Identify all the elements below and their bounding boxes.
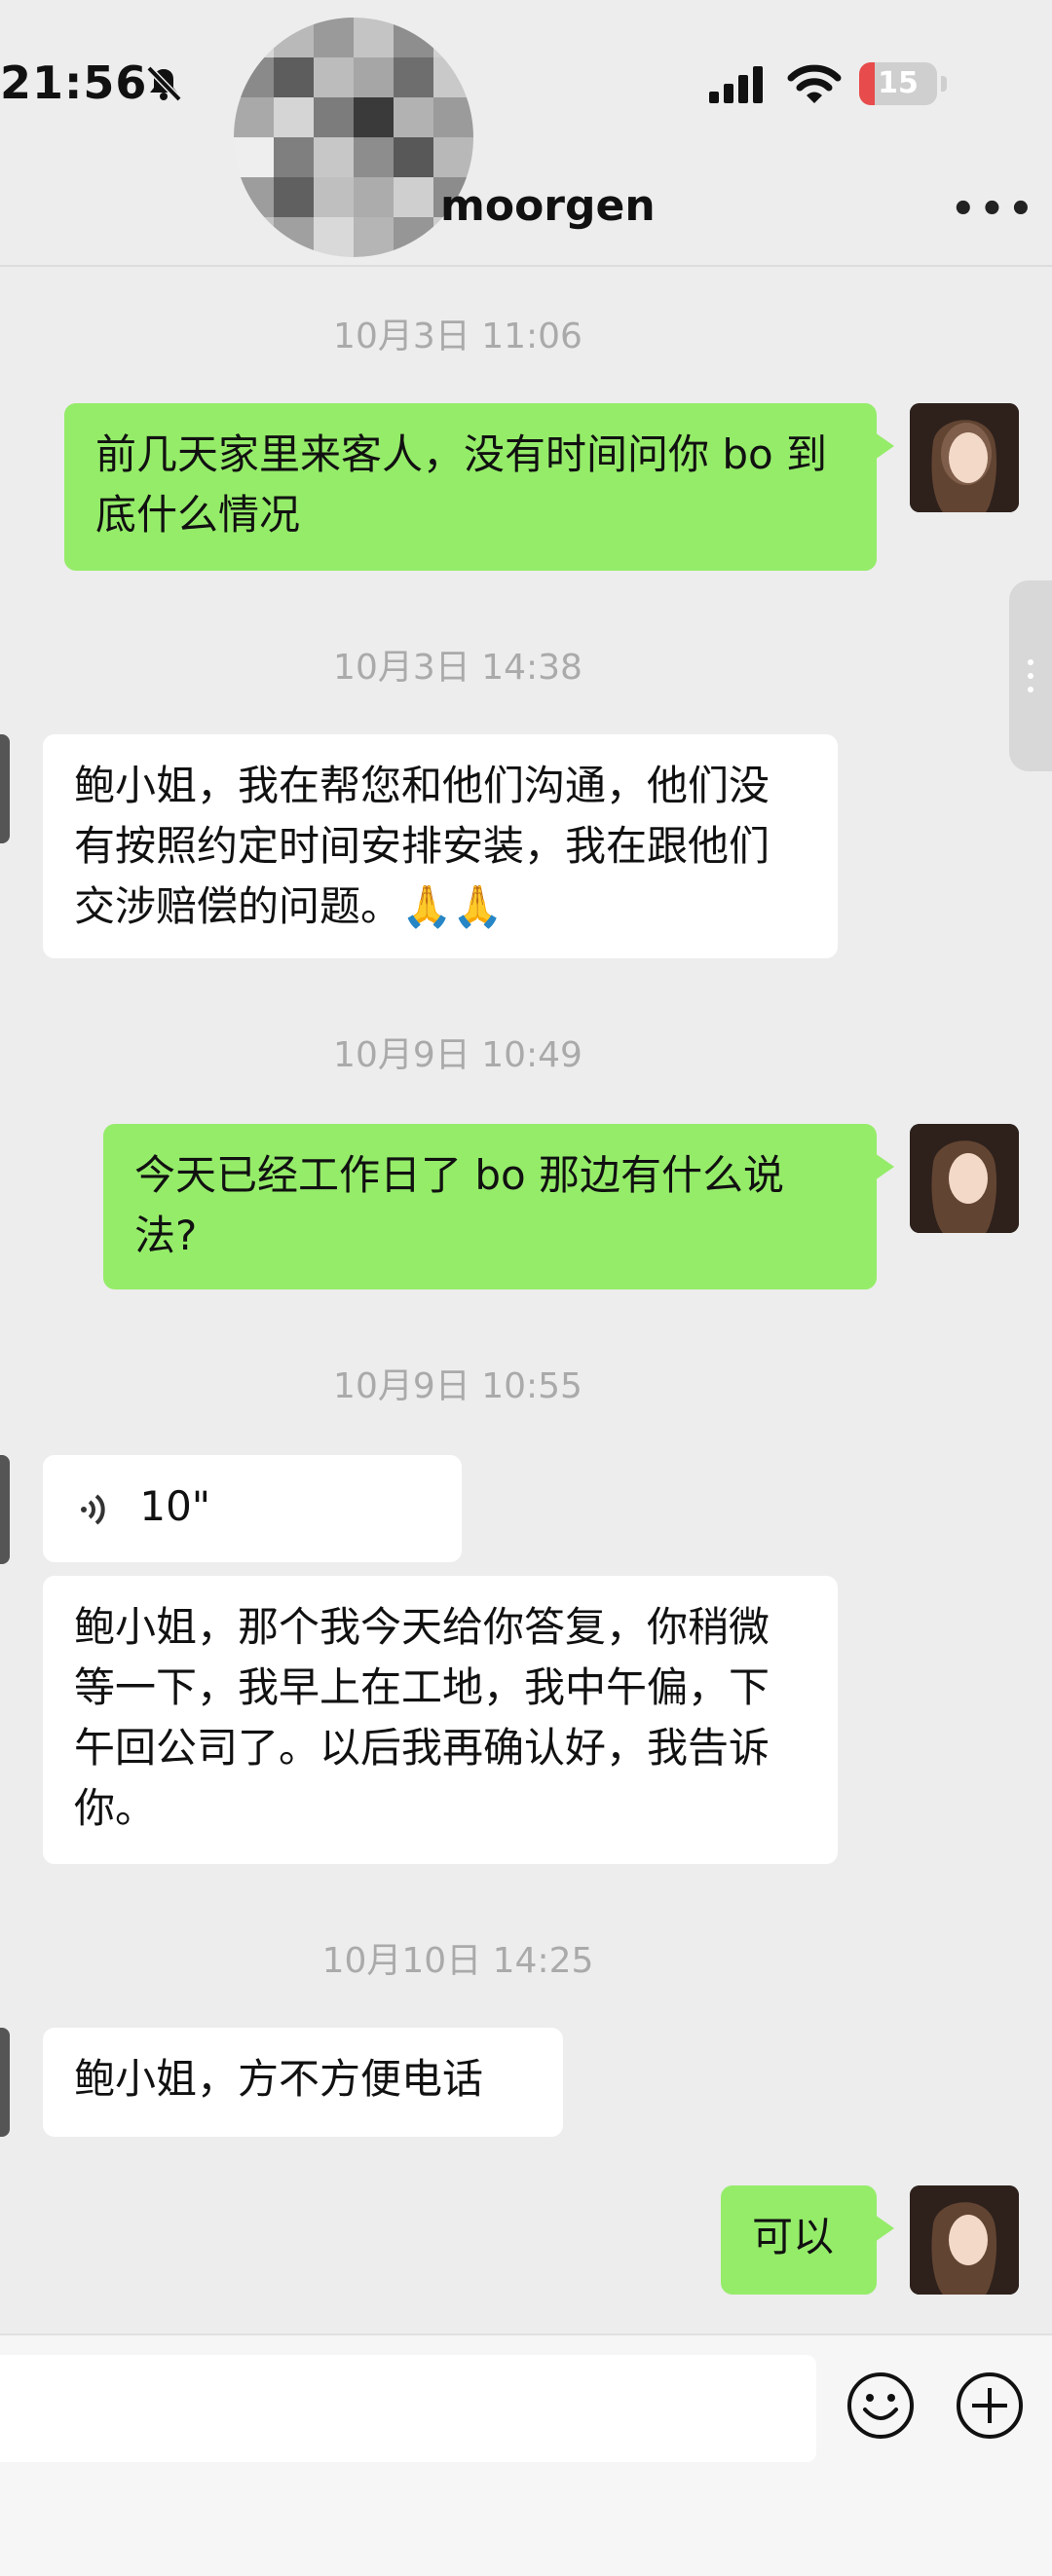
- bell-slash-icon: [146, 65, 182, 102]
- message-timestamp: 10月3日 11:06: [333, 317, 582, 356]
- wifi-icon: [787, 64, 842, 103]
- incoming-message-bubble[interactable]: 鲍小姐，那个我今天给你答复，你稍微等一下，我早上在工地，我中午偏，下午回公司了。…: [43, 1576, 838, 1864]
- contact-avatar-small[interactable]: [0, 734, 10, 843]
- message-text: 今天已经工作日了 bo 那边有什么说法?: [134, 1151, 785, 1259]
- outgoing-message-bubble[interactable]: 前几天家里来客人，没有时间问你 bo 到底什么情况: [64, 403, 894, 571]
- my-avatar[interactable]: [910, 1124, 1019, 1233]
- voice-wave-icon: [81, 1493, 105, 1525]
- incoming-message-bubble[interactable]: 鲍小姐，方不方便电话: [43, 2028, 563, 2137]
- chat-title: moorgen: [440, 181, 656, 231]
- message-timestamp: 10月9日 10:49: [333, 1035, 582, 1075]
- message-text: 可以: [752, 2213, 835, 2260]
- my-avatar[interactable]: [910, 2185, 1019, 2295]
- contact-avatar-small[interactable]: [0, 2028, 10, 2137]
- message-text: 鲍小姐，那个我今天给你答复，你稍微等一下，我早上在工地，我中午偏，下午回公司了。…: [74, 1603, 770, 1832]
- side-drawer-handle[interactable]: [1009, 580, 1052, 771]
- plus-circle-icon[interactable]: [955, 2371, 1025, 2441]
- my-avatar[interactable]: [910, 403, 1019, 512]
- outgoing-message-bubble[interactable]: 可以: [721, 2185, 894, 2295]
- message-text: 鲍小姐，方不方便电话: [74, 2055, 484, 2103]
- battery-indicator: 15: [859, 62, 947, 105]
- outgoing-message-bubble[interactable]: 今天已经工作日了 bo 那边有什么说法?: [103, 1124, 894, 1289]
- status-bar: 21:56 15: [0, 0, 1052, 117]
- header-divider: [0, 265, 1052, 267]
- incoming-message-bubble[interactable]: 鲍小姐，我在帮您和他们沟通，他们没有按照约定时间安排安装，我在跟他们交涉赔偿的问…: [43, 734, 838, 958]
- battery-level: 15: [878, 66, 919, 100]
- contact-avatar-small[interactable]: [0, 1455, 10, 1564]
- cellular-signal-icon: [709, 66, 763, 103]
- smiley-icon[interactable]: [845, 2371, 916, 2441]
- contact-avatar[interactable]: [234, 18, 473, 257]
- message-timestamp: 10月3日 14:38: [333, 648, 582, 688]
- message-text: 前几天家里来客人，没有时间问你 bo 到底什么情况: [95, 430, 828, 539]
- voice-message-bubble[interactable]: 10": [43, 1455, 462, 1562]
- message-text: 鲍小姐，我在帮您和他们沟通，他们没有按照约定时间安排安装，我在跟他们交涉赔偿的问…: [74, 762, 770, 930]
- input-bar: [0, 2333, 1052, 2576]
- voice-duration: 10": [139, 1482, 211, 1530]
- more-dots-icon[interactable]: •••: [951, 187, 1037, 232]
- message-timestamp: 10月10日 14:25: [321, 1941, 594, 1981]
- drag-handle-icon: [1028, 659, 1033, 692]
- message-timestamp: 10月9日 10:55: [333, 1366, 582, 1406]
- status-time: 21:56: [0, 56, 148, 109]
- message-input[interactable]: [0, 2355, 816, 2462]
